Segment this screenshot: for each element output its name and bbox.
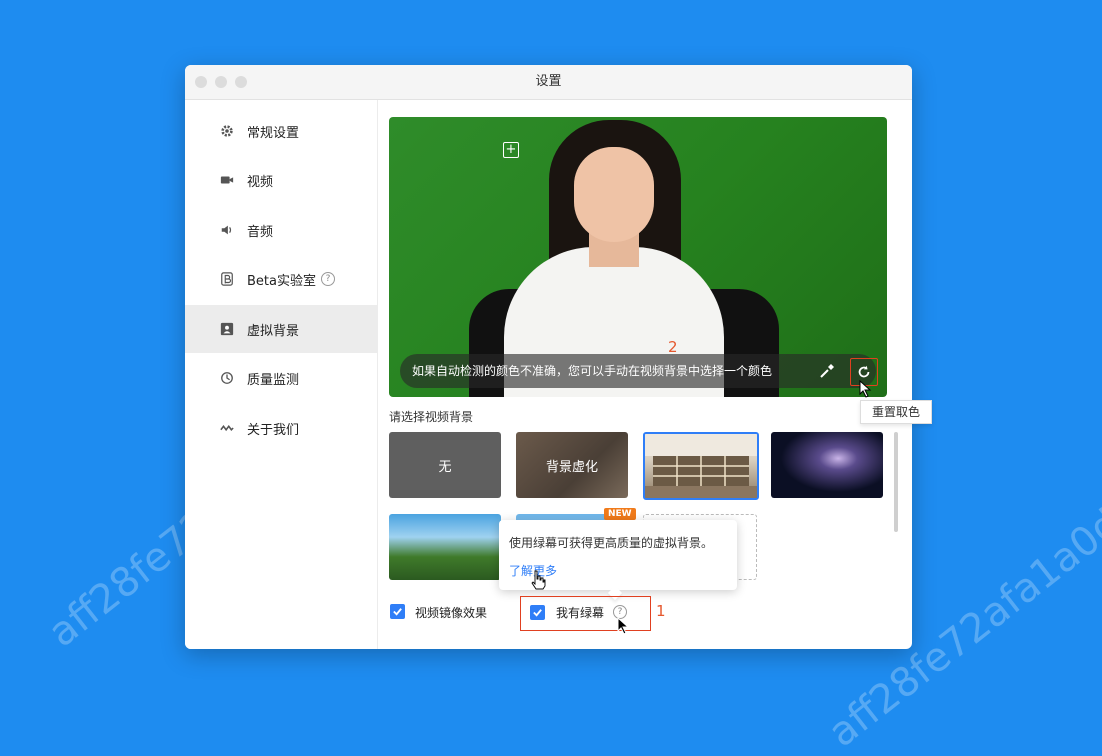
mirror-checkbox[interactable] (390, 604, 405, 619)
add-icon[interactable]: + (503, 142, 519, 158)
annotation-step-2: 2 (668, 338, 678, 356)
refresh-icon (858, 365, 870, 378)
title-bar: 设置 (185, 65, 912, 100)
help-icon[interactable]: ? (320, 272, 335, 286)
annotation-step-1: 1 (656, 602, 666, 620)
hand-cursor (531, 570, 546, 590)
sidebar-item-label: 音频 (247, 224, 274, 240)
sidebar-item-beta[interactable]: Beta实验室 ? (185, 255, 377, 303)
background-mountains[interactable] (389, 514, 501, 580)
sidebar-item-label: Beta实验室 (247, 273, 316, 289)
background-section-label: 请选择视频背景 (389, 410, 474, 424)
office-shelves-image (645, 434, 757, 498)
greenscreen-checkbox[interactable] (530, 605, 545, 620)
sidebar-item-about[interactable]: 关于我们 (185, 404, 377, 452)
checkmark-icon (533, 609, 542, 617)
monitor-icon (219, 370, 235, 386)
sidebar-item-general[interactable]: 常规设置 (185, 107, 377, 155)
sidebar-item-audio[interactable]: 音频 (185, 206, 377, 254)
sidebar-item-virtual-background[interactable]: 虚拟背景 (185, 305, 377, 353)
background-none[interactable]: 无 (389, 432, 501, 498)
background-blur[interactable]: 背景虚化 (516, 432, 628, 498)
popover-text: 使用绿幕可获得更高质量的虚拟背景。 (509, 536, 714, 550)
sidebar-item-quality[interactable]: 质量监测 (185, 354, 377, 402)
sidebar-item-video[interactable]: 视频 (185, 156, 377, 204)
wave-icon (219, 420, 235, 436)
sidebar-item-label: 视频 (247, 174, 274, 190)
sidebar: 常规设置 视频 音频 Beta实验室 ? 虚拟背景 质量监测 关于我们 (185, 100, 378, 649)
sidebar-item-label: 质量监测 (247, 372, 300, 388)
new-badge: NEW (604, 508, 636, 520)
mouse-cursor (617, 617, 630, 635)
person-face (574, 147, 654, 242)
camera-preview: + 如果自动检测的颜色不准确，您可以手动在视频背景中选择一个颜色 (389, 117, 887, 397)
sidebar-item-label: 常规设置 (247, 125, 300, 141)
color-hint-text: 如果自动检测的颜色不准确，您可以手动在视频背景中选择一个颜色 (412, 364, 773, 378)
speaker-icon (219, 222, 235, 238)
mirror-label: 视频镜像效果 (415, 606, 488, 620)
background-galaxy[interactable] (771, 432, 883, 498)
reset-color-tooltip: 重置取色 (860, 400, 932, 424)
greenscreen-label: 我有绿幕 (556, 606, 605, 620)
mouse-cursor (859, 380, 872, 398)
background-office[interactable] (643, 432, 759, 500)
scrollbar[interactable] (894, 432, 898, 532)
sidebar-item-label: 虚拟背景 (247, 323, 300, 339)
eyedropper-icon[interactable] (818, 362, 836, 380)
sidebar-item-label: 关于我们 (247, 422, 300, 438)
video-icon (219, 172, 235, 188)
color-hint-bar: 如果自动检测的颜色不准确，您可以手动在视频背景中选择一个颜色 (400, 354, 878, 388)
checkmark-icon (393, 608, 402, 616)
portrait-icon (219, 321, 235, 337)
gear-icon (219, 123, 235, 139)
window-title: 设置 (535, 74, 562, 89)
beta-icon (219, 271, 235, 287)
